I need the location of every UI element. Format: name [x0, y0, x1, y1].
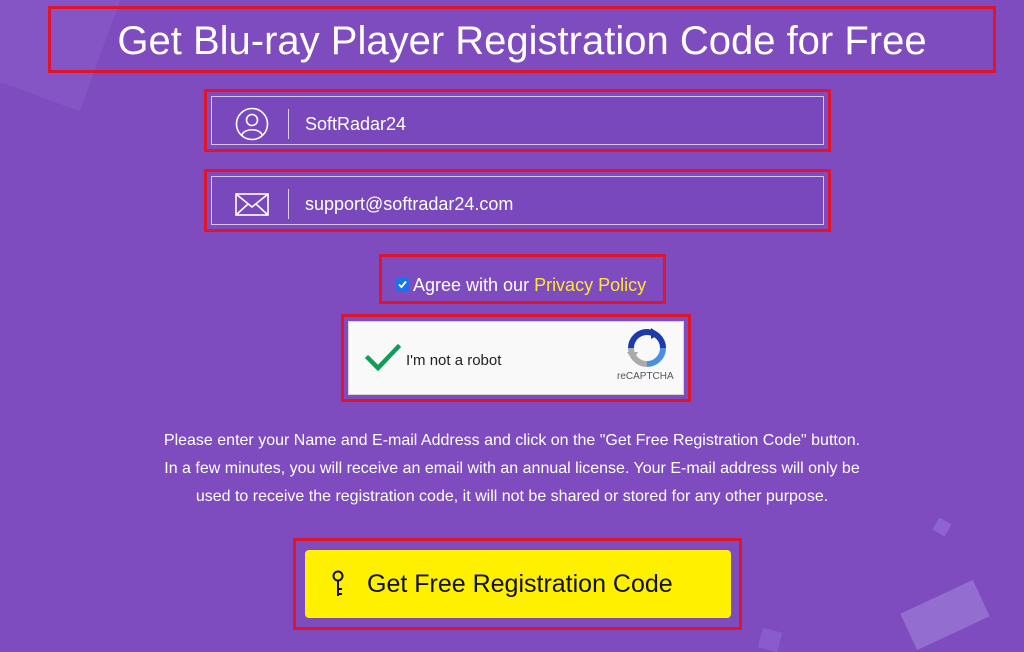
name-field-highlight	[204, 89, 831, 152]
title-highlight: Get Blu-ray Player Registration Code for…	[48, 6, 996, 73]
name-input[interactable]	[305, 109, 805, 139]
agree-highlight: Agree with our Privacy Policy	[379, 254, 666, 304]
agree-text: Agree with our	[413, 275, 535, 295]
info-line: In a few minutes, you will receive an em…	[164, 460, 860, 477]
button-highlight: Get Free Registration Code	[293, 538, 742, 630]
field-separator	[288, 109, 289, 139]
background-decoration	[932, 517, 952, 537]
name-field[interactable]	[211, 96, 824, 145]
info-line: used to receive the registration code, i…	[195, 488, 829, 505]
get-registration-code-button[interactable]: Get Free Registration Code	[305, 550, 731, 618]
captcha-label: I'm not a robot	[406, 352, 502, 369]
recaptcha-widget[interactable]: I'm not a robot reCAPTCHA	[348, 321, 684, 395]
agree-checkbox[interactable]	[396, 278, 409, 291]
page-title: Get Blu-ray Player Registration Code for…	[117, 19, 927, 63]
agree-label: Agree with our Privacy Policy	[413, 274, 646, 296]
key-icon	[332, 570, 344, 596]
privacy-policy-link[interactable]: Privacy Policy	[534, 275, 646, 295]
recaptcha-logo-icon	[627, 328, 666, 367]
background-decoration	[757, 627, 783, 652]
button-label: Get Free Registration Code	[367, 570, 673, 598]
user-icon	[235, 107, 269, 141]
email-field[interactable]	[211, 176, 824, 225]
field-separator	[288, 189, 289, 219]
background-decoration	[900, 579, 990, 651]
email-input[interactable]	[305, 189, 805, 219]
check-icon[interactable]	[365, 343, 401, 373]
info-text: Please enter your Name and E-mail Addres…	[90, 427, 934, 511]
email-field-highlight	[204, 169, 831, 232]
captcha-brand: reCAPTCHA	[617, 371, 674, 382]
info-line: Please enter your Name and E-mail Addres…	[163, 432, 861, 449]
captcha-highlight: I'm not a robot reCAPTCHA	[341, 314, 691, 402]
check-icon	[398, 280, 407, 289]
envelope-icon	[235, 193, 269, 216]
